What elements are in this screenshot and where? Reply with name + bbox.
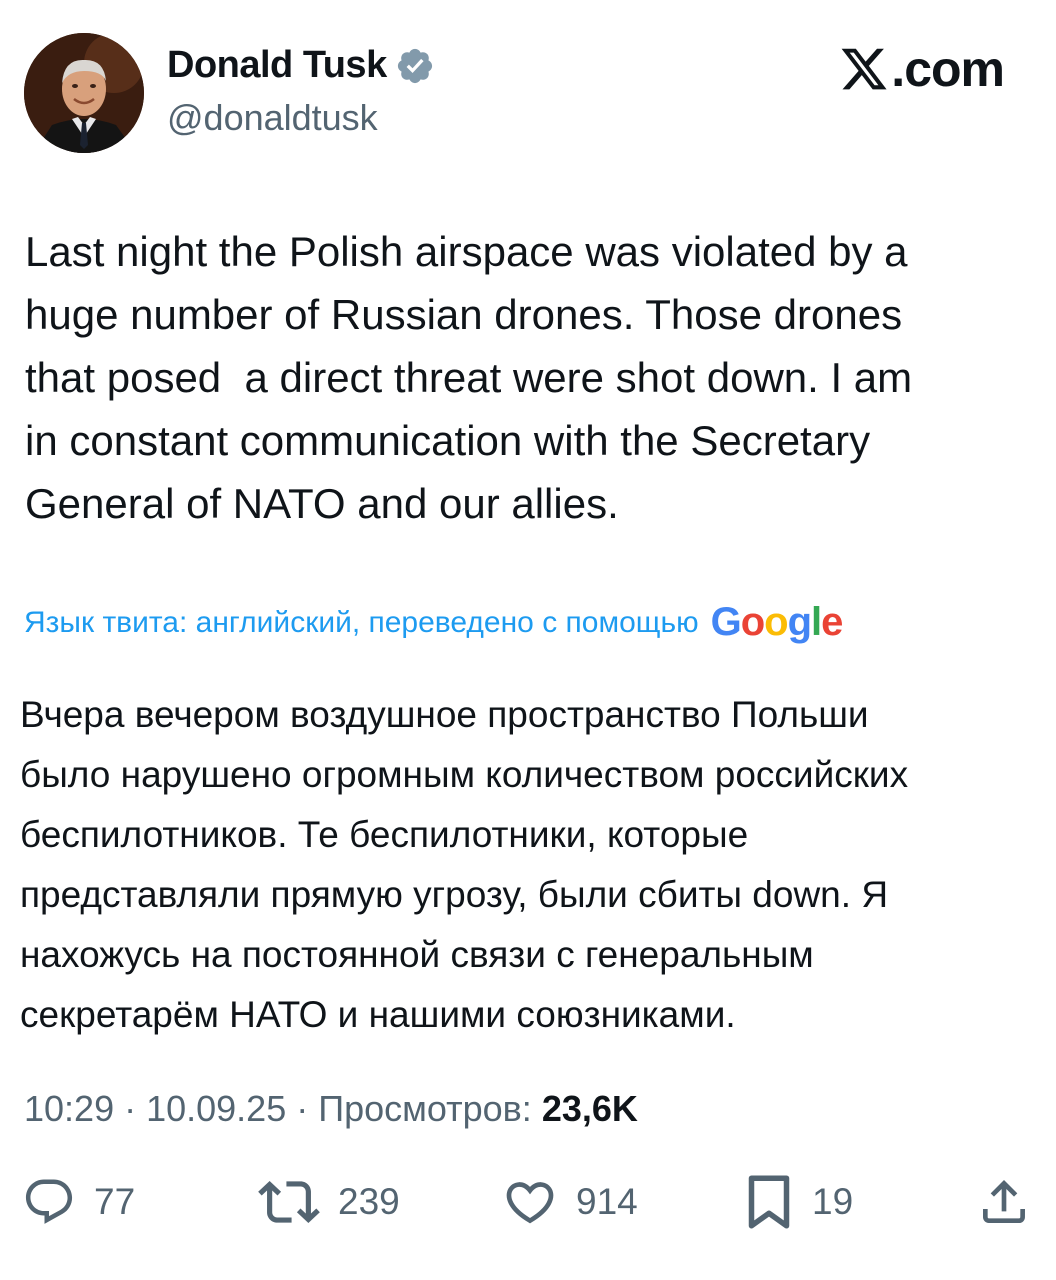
share-button[interactable] xyxy=(976,1172,1032,1232)
bookmark-count: 19 xyxy=(812,1181,854,1222)
bookmark-button[interactable]: 19 xyxy=(744,1172,853,1232)
meta-separator: · xyxy=(114,1088,147,1129)
views-label: Просмотров: xyxy=(318,1088,532,1129)
retweet-icon xyxy=(258,1181,320,1223)
tweet-date[interactable]: 10.09.25 xyxy=(146,1088,286,1129)
profile-photo xyxy=(24,33,144,153)
meta-separator: · xyxy=(286,1088,319,1129)
brand-watermark: .com xyxy=(839,40,1005,98)
reply-icon xyxy=(25,1179,73,1224)
tweet-time[interactable]: 10:29 xyxy=(24,1088,114,1129)
tweet-meta: 10:29 · 10.09.25 · Просмотров: 23,6K xyxy=(24,1088,638,1130)
translation-note[interactable]: Язык твита: английский, переведено с пом… xyxy=(24,600,844,645)
reply-count: 77 xyxy=(94,1181,136,1222)
display-name[interactable]: Donald Tusk xyxy=(167,44,387,87)
like-count: 914 xyxy=(576,1181,638,1222)
verified-badge-icon xyxy=(397,48,432,83)
action-bar: 77 239 914 19 xyxy=(0,1172,1056,1232)
translation-label[interactable]: Язык твита: английский, переведено с пом… xyxy=(24,606,699,640)
bookmark-icon xyxy=(748,1175,790,1229)
share-icon xyxy=(983,1180,1025,1223)
reply-button[interactable]: 77 xyxy=(22,1172,135,1232)
avatar[interactable] xyxy=(24,33,144,153)
brand-domain: .com xyxy=(891,41,1005,97)
author-handle[interactable]: @donaldtusk xyxy=(167,97,378,139)
views-count: 23,6K xyxy=(541,1088,638,1129)
retweet-count: 239 xyxy=(338,1181,400,1222)
translated-tweet-text: Вчера вечером воздушное пространство Пол… xyxy=(20,694,909,1035)
x-logo-icon xyxy=(841,48,887,90)
google-logo: Google xyxy=(710,600,844,644)
tweet-text: Last night the Polish airspace was viola… xyxy=(25,228,913,527)
retweet-button[interactable]: 239 xyxy=(258,1172,400,1232)
like-button[interactable]: 914 xyxy=(502,1172,638,1232)
author-name-row[interactable]: Donald Tusk xyxy=(167,44,435,87)
heart-icon xyxy=(506,1182,554,1224)
